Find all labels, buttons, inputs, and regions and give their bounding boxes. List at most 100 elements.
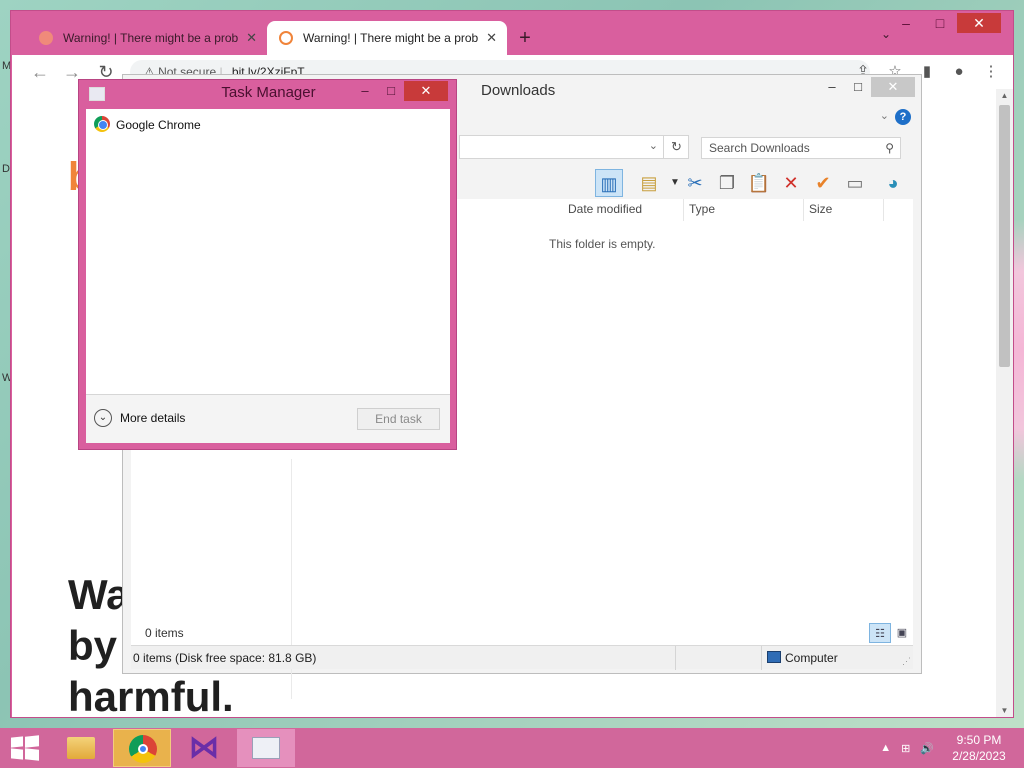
more-details-button[interactable]: ⌄ More details	[94, 409, 185, 427]
heading-line: harmful.	[68, 673, 234, 717]
location-label: Computer	[785, 651, 838, 665]
taskbar-task-manager[interactable]	[237, 729, 295, 767]
chrome-icon-center	[138, 744, 148, 754]
address-dropdown-icon[interactable]: ⌄	[649, 139, 658, 152]
delete-icon[interactable]: ✕	[777, 169, 805, 197]
search-input[interactable]: Search Downloads ⚲	[701, 137, 901, 159]
column-headers: Date modified Type Size	[459, 199, 913, 221]
computer-icon	[767, 651, 781, 663]
browser-tab-active[interactable]: Warning! | There might be a prob ✕	[267, 21, 507, 55]
expand-ribbon-icon[interactable]: ⌄	[880, 109, 889, 122]
network-icon[interactable]: ⊞	[901, 742, 910, 755]
status-separator	[675, 646, 676, 670]
maximize-button[interactable]: □	[378, 81, 404, 101]
preview-pane-icon[interactable]: ▥	[595, 169, 623, 197]
rename-icon[interactable]: ▭	[841, 169, 869, 197]
new-tab-button[interactable]: +	[507, 21, 543, 55]
chrome-icon	[94, 116, 110, 132]
windows-logo-icon	[11, 748, 23, 760]
maximize-button[interactable]: □	[845, 77, 871, 97]
minimize-button[interactable]: –	[889, 13, 923, 33]
explorer-caption-buttons: – □ ✕	[819, 77, 915, 97]
taskbar-file-explorer[interactable]	[52, 729, 110, 767]
close-button[interactable]: ✕	[957, 13, 1001, 33]
chevron-down-icon: ⌄	[94, 409, 112, 427]
process-name: Google Chrome	[116, 118, 201, 132]
search-icon: ⚲	[885, 141, 894, 155]
tab-favicon-icon	[279, 31, 293, 45]
windows-logo-icon	[25, 748, 39, 761]
details-view-icon[interactable]: ☷	[869, 623, 891, 643]
close-button[interactable]: ✕	[871, 77, 915, 97]
resize-grip-icon[interactable]: ⋰	[902, 656, 911, 667]
profile-icon[interactable]: ●	[943, 61, 975, 83]
column-separator[interactable]	[683, 199, 684, 221]
tab-favicon-icon	[39, 31, 53, 45]
back-icon[interactable]: ←	[28, 61, 52, 83]
menu-icon[interactable]: ⋮	[975, 61, 1007, 83]
explorer-address-bar[interactable]: ⌄	[459, 135, 689, 159]
column-separator[interactable]	[883, 199, 884, 221]
view-switcher: ☷ ▣	[869, 623, 913, 643]
disk-space-status: 0 items (Disk free space: 81.8 GB)	[133, 651, 317, 665]
windows-logo-icon	[25, 735, 39, 748]
status-bar: 0 items (Disk free space: 81.8 GB) Compu…	[131, 645, 913, 670]
windows-logo-icon	[11, 736, 23, 748]
column-size[interactable]: Size	[809, 202, 832, 216]
visual-studio-icon: ⋈	[189, 731, 219, 764]
process-row[interactable]: Google Chrome	[94, 115, 201, 135]
status-separator	[761, 646, 762, 670]
large-icons-view-icon[interactable]: ▣	[891, 623, 913, 643]
process-list: Google Chrome ⌄ More details End task	[86, 109, 450, 443]
paste-icon[interactable]: 📋	[745, 169, 773, 197]
item-count: 0 items	[145, 626, 184, 640]
file-explorer-icon	[67, 737, 95, 759]
column-separator[interactable]	[803, 199, 804, 221]
window-title: Downloads	[481, 82, 556, 99]
task-manager-caption-buttons: – □ ✕	[352, 81, 448, 101]
task-manager-window: Task Manager – □ ✕ Google Chrome ⌄ More …	[78, 79, 457, 450]
tab-title: Warning! | There might be a prob	[303, 31, 479, 45]
end-task-button[interactable]: End task	[357, 408, 440, 430]
close-button[interactable]: ✕	[404, 81, 448, 101]
clock[interactable]: 9:50 PM 2/28/2023	[944, 732, 1014, 764]
check-icon[interactable]: ✔	[809, 169, 837, 197]
volume-icon[interactable]: 🔊	[920, 742, 934, 755]
taskbar: ⋈ ▲ ⊞ 🔊 9:50 PM 2/28/2023	[0, 728, 1024, 768]
tab-title: Warning! | There might be a prob	[63, 31, 239, 45]
column-date-modified[interactable]: Date modified	[568, 202, 642, 216]
properties-icon[interactable]: ▤	[635, 169, 663, 197]
empty-folder-message: This folder is empty.	[549, 237, 656, 251]
task-manager-footer: ⌄ More details End task	[86, 394, 450, 443]
maximize-button[interactable]: □	[923, 13, 957, 33]
refresh-icon[interactable]: ↻	[663, 135, 689, 159]
tab-close-icon[interactable]: ✕	[246, 21, 257, 55]
minimize-button[interactable]: –	[352, 81, 378, 101]
tab-close-icon[interactable]: ✕	[486, 21, 497, 55]
browser-tab[interactable]: Warning! | There might be a prob ✕	[27, 21, 267, 55]
system-tray: ▲ ⊞ 🔊 9:50 PM 2/28/2023	[880, 732, 1014, 764]
cut-icon[interactable]: ✂	[681, 169, 709, 197]
task-manager-icon	[252, 737, 280, 759]
search-placeholder: Search Downloads	[709, 141, 810, 155]
command-bar: ▥ ▤ ▼ ✂ ❐ 📋 ✕ ✔ ▭ ◕	[459, 167, 921, 199]
copy-icon[interactable]: ❐	[713, 169, 741, 197]
taskbar-visual-studio[interactable]: ⋈	[174, 729, 232, 767]
scroll-up-icon[interactable]: ▲	[996, 91, 1013, 100]
clock-date: 2/28/2023	[952, 749, 1006, 763]
help-icon[interactable]: ?	[895, 109, 911, 125]
globe-icon[interactable]: ◕	[879, 169, 907, 197]
minimize-button[interactable]: –	[819, 77, 845, 97]
start-button[interactable]	[6, 733, 42, 763]
more-details-label: More details	[120, 411, 186, 425]
tab-strip: Warning! | There might be a prob ✕ Warni…	[27, 19, 543, 55]
tray-chevron-icon[interactable]: ▲	[880, 742, 891, 754]
scrollbar-thumb[interactable]	[999, 105, 1010, 367]
column-type[interactable]: Type	[689, 202, 715, 216]
location-status: Computer	[767, 651, 838, 665]
chrome-caption-buttons: – □ ✕	[889, 13, 1001, 33]
desktop-icon-label: D	[2, 163, 10, 175]
page-scrollbar[interactable]: ▲ ▼	[996, 89, 1013, 717]
scroll-down-icon[interactable]: ▼	[996, 706, 1013, 715]
taskbar-google-chrome[interactable]	[113, 729, 171, 767]
